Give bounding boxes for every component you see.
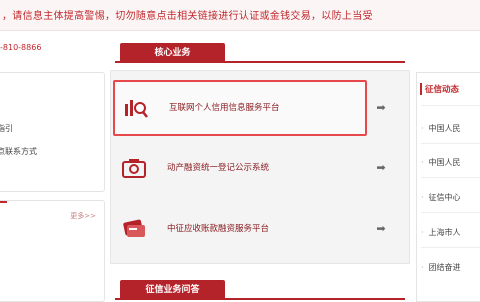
warning-banner: ，请信息主体提高警惕，切勿随意点击相关链接进行认证或金钱交易，以防上当受 [0, 0, 480, 31]
left-info-panel: 指引 点联系方式 [0, 72, 105, 192]
service-credit-platform[interactable]: 互联网个人信用信息服务平台 [113, 80, 367, 136]
qa-heading: 征信业务问答 [120, 280, 225, 300]
news-item[interactable]: · 团结奋进 [421, 262, 461, 273]
news-title: 征信动态 [425, 85, 460, 95]
news-accent-bar [420, 83, 422, 95]
divider [421, 143, 480, 144]
news-item[interactable]: · 中国人民 [421, 157, 461, 168]
bullet-icon: · [421, 158, 424, 167]
core-business-heading: 核心业务 [120, 43, 225, 63]
service-receivables[interactable]: 中征应收账款融资服务平台 [113, 203, 363, 255]
service-label: 中征应收账款融资服务平台 [167, 224, 270, 234]
hotline-number: -810-8866 [0, 43, 42, 52]
more-link[interactable]: 更多>> [70, 211, 96, 221]
card-icon [123, 219, 145, 237]
camera-icon [122, 159, 146, 178]
left-item-contact[interactable]: 点联系方式 [0, 146, 37, 157]
bullet-icon: · [421, 193, 424, 202]
service-arrow-button[interactable]: ➡ [370, 161, 392, 175]
bullet-icon: · [421, 263, 424, 272]
bullet-icon: · [421, 228, 424, 237]
service-label: 互联网个人信用信息服务平台 [169, 103, 280, 113]
service-arrow-button[interactable]: ➡ [370, 101, 392, 115]
news-item[interactable]: · 征信中心 [421, 192, 461, 203]
chart-search-icon [125, 100, 148, 118]
service-arrow-button[interactable]: ➡ [370, 222, 392, 236]
news-item-text: 中国人民 [428, 124, 461, 133]
news-item-text: 征信中心 [428, 193, 461, 202]
divider [421, 247, 480, 248]
news-item[interactable]: · 上海市人 [421, 227, 461, 238]
left-lower-panel: 更多>> [0, 200, 105, 302]
left-item-guide[interactable]: 指引 [0, 123, 13, 134]
warning-text: ，请信息主体提高警惕，切勿随意点击相关链接进行认证或金钱交易，以防上当受 [2, 11, 373, 22]
bullet-icon: · [421, 124, 424, 133]
news-item-text: 中国人民 [428, 158, 461, 167]
divider [421, 177, 480, 178]
credit-news-panel: 征信动态 · 中国人民 · 中国人民 · 征信中心 · 上海市人 · 团结奋进 [416, 72, 480, 302]
news-item-text: 团结奋进 [428, 263, 461, 272]
news-item-text: 上海市人 [428, 228, 461, 237]
news-item[interactable]: · 中国人民 [421, 123, 461, 134]
service-movable-property[interactable]: 动产融资统一登记公示系统 [113, 142, 363, 194]
panel-accent-line [0, 201, 7, 203]
divider [421, 212, 480, 213]
divider [421, 105, 480, 106]
service-label: 动产融资统一登记公示系统 [167, 163, 270, 173]
